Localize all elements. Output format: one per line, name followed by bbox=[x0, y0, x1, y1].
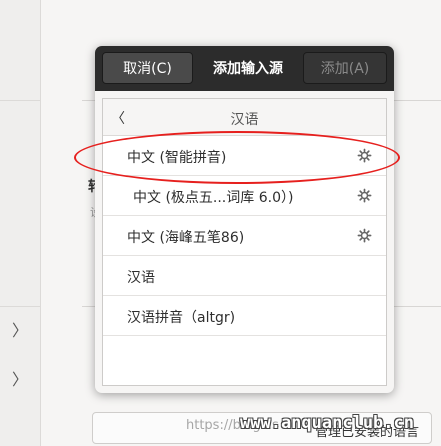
input-source-row[interactable]: 汉语拼音（altgr) bbox=[103, 296, 386, 336]
chevron-right-icon[interactable]: 〉 bbox=[12, 323, 28, 339]
input-source-label: 汉语 bbox=[127, 270, 155, 286]
input-source-label: 中文 (极点五...词库 6.0）) bbox=[133, 190, 294, 206]
sidebar-divider bbox=[0, 100, 40, 101]
add-input-source-dialog: 取消(C) 添加输入源 添加(A) 〈 汉语 中文 (智能拼音) 中文 (极点五… bbox=[95, 46, 394, 393]
sidebar-divider bbox=[0, 306, 40, 307]
dialog-title: 添加输入源 bbox=[213, 61, 283, 77]
language-back-row[interactable]: 〈 汉语 bbox=[103, 99, 386, 136]
gear-icon[interactable] bbox=[357, 228, 372, 243]
gear-icon[interactable] bbox=[357, 188, 372, 203]
add-button[interactable]: 添加(A) bbox=[303, 52, 387, 84]
gear-icon[interactable] bbox=[357, 148, 372, 163]
dialog-header-bar: 取消(C) 添加输入源 添加(A) bbox=[95, 46, 394, 91]
cancel-button[interactable]: 取消(C) bbox=[102, 52, 193, 84]
watermark-site: www.anquanclub.cn bbox=[240, 413, 414, 433]
input-source-label: 中文 (海峰五笔86) bbox=[127, 230, 245, 246]
input-source-list: 〈 汉语 中文 (智能拼音) 中文 (极点五...词库 6.0）) 中文 (海峰… bbox=[102, 98, 387, 386]
input-source-label: 汉语拼音（altgr) bbox=[127, 310, 236, 326]
chevron-right-icon[interactable]: 〉 bbox=[12, 372, 28, 388]
language-name: 汉语 bbox=[230, 112, 259, 128]
input-source-row[interactable]: 中文 (极点五...词库 6.0）) bbox=[103, 176, 386, 216]
settings-sidebar: 〉 〉 bbox=[0, 0, 41, 446]
input-source-label: 中文 (智能拼音) bbox=[127, 150, 227, 166]
input-source-row[interactable]: 中文 (海峰五笔86) bbox=[103, 216, 386, 256]
input-source-row[interactable]: 中文 (智能拼音) bbox=[103, 136, 386, 176]
input-source-row[interactable]: 汉语 bbox=[103, 256, 386, 296]
